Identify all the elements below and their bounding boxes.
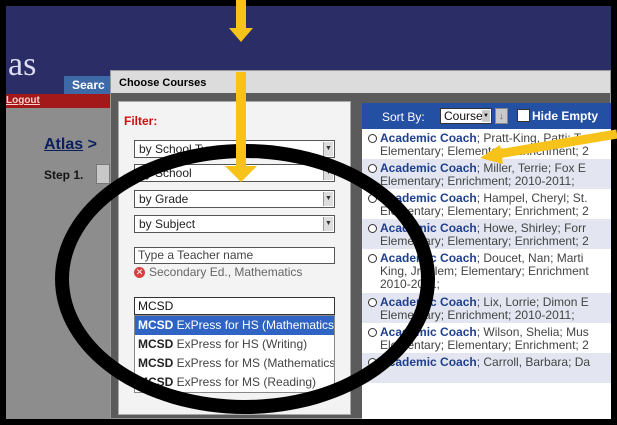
sort-direction-button[interactable]: ↓ — [495, 108, 508, 124]
course-row-text: Academic Coach; Pratt-King, Patti; T Elem… — [380, 132, 611, 158]
course-detail-line2: Elementary; Enrichment; 2010-2011; — [380, 174, 575, 188]
sort-select-value: Course — [444, 109, 483, 123]
chevron-down-icon: ▼ — [323, 142, 333, 156]
course-row[interactable]: Academic Coach; Miller, Terrie; Fox E Ele… — [362, 159, 611, 189]
results-header: Sort By: Course ▼ ↓ Hide Empty — [362, 103, 611, 129]
chevron-down-icon: ▼ — [482, 110, 490, 122]
sort-select[interactable]: Course ▼ — [440, 108, 492, 124]
arrow-down-icon: ↓ — [499, 111, 504, 121]
sort-by-label: Sort By: — [382, 110, 425, 124]
logout-link[interactable]: Logout — [6, 94, 40, 108]
highlight-circle — [55, 144, 435, 414]
step-label: Step 1. — [44, 168, 84, 182]
hide-empty-checkbox[interactable] — [517, 109, 530, 122]
search-tab[interactable]: Searc — [64, 76, 110, 94]
hide-empty-label: Hide Empty — [532, 109, 599, 123]
course-detail-line2: Elementary; Elementary; Enrichment; 2 — [380, 144, 589, 158]
app-logo: as — [8, 46, 37, 83]
course-row-text: Academic Coach; Hampel, Cheryl; St. Eleme… — [380, 192, 611, 218]
course-row-text: Academic Coach; Miller, Terrie; Fox E Ele… — [380, 162, 611, 188]
course-row[interactable]: Academic Coach; Pratt-King, Patti; T Elem… — [362, 129, 611, 159]
breadcrumb: Atlas > — [44, 136, 97, 154]
course-detail-line1: ; Carroll, Barbara; Da — [476, 356, 591, 369]
step-button[interactable] — [96, 164, 110, 184]
dialog-title: Choose Courses — [119, 77, 207, 89]
course-row-text: Academic Coach; Carroll, Barbara; Da — [380, 356, 611, 369]
course-radio[interactable] — [368, 164, 377, 173]
course-radio[interactable] — [368, 134, 377, 143]
filter-label: Filter: — [124, 114, 158, 128]
breadcrumb-link-atlas[interactable]: Atlas — [44, 136, 83, 153]
breadcrumb-separator: > — [83, 136, 97, 153]
screenshot-frame: as Searc Logout Atlas > Step 1. Choose C… — [6, 6, 611, 419]
